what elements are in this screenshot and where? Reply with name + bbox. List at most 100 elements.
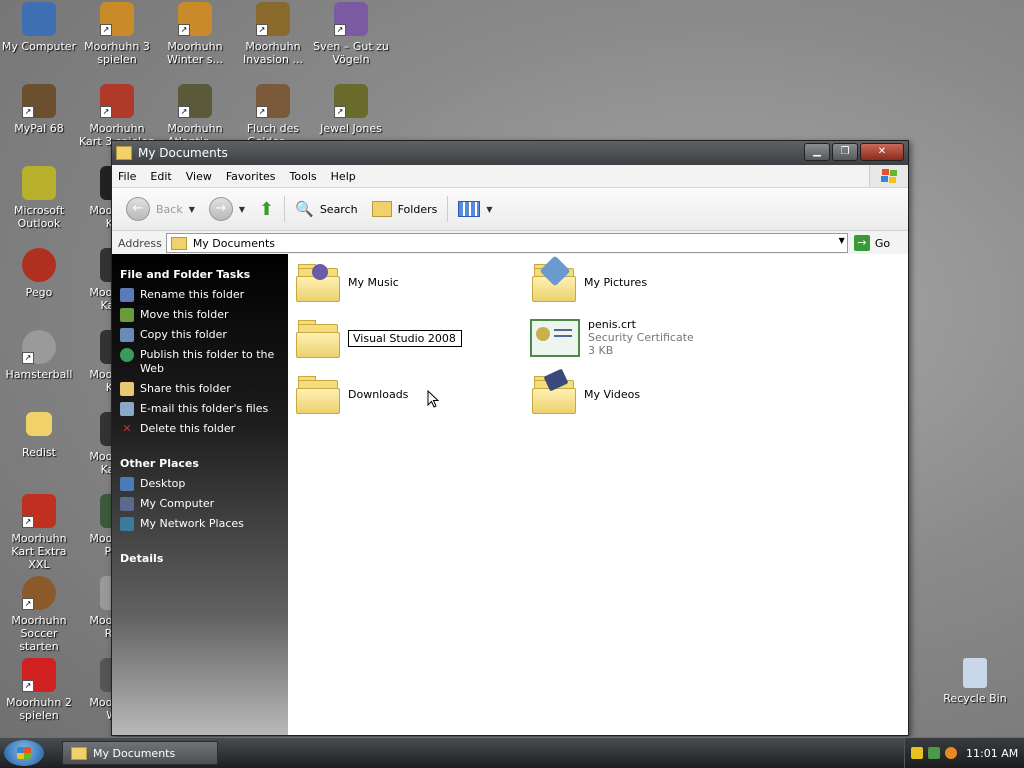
desktop-icon-moorhuhn-3[interactable]: ↗ Moorhuhn 3 spielen <box>78 2 156 66</box>
desktop-icon-outlook[interactable]: Microsoft Outlook <box>0 166 78 230</box>
minimize-button[interactable]: ▁ <box>804 143 830 161</box>
file-item-my-pictures[interactable]: My Pictures <box>532 255 647 302</box>
desktop-icon-recycle-bin[interactable]: Recycle Bin <box>936 658 1014 705</box>
desktop-icon-moorhuhn-kart-3[interactable]: ↗ Moorhuhn Kart 3 spielen <box>78 84 156 148</box>
address-value: My Documents <box>192 236 276 250</box>
chevron-down-icon[interactable]: ▼ <box>189 205 195 214</box>
network-icon[interactable] <box>928 747 940 759</box>
desktop-icon-fluch-des-goldes[interactable]: ↗ Fluch des Goldes ... <box>234 84 312 148</box>
window-title: My Documents <box>138 146 228 160</box>
taskbar-item-my-documents[interactable]: My Documents <box>62 741 218 765</box>
menu-file[interactable]: File <box>118 170 136 183</box>
desktop-icon-mypal[interactable]: ↗ MyPal 68 <box>0 84 78 135</box>
computer-icon <box>120 497 134 511</box>
task-label: Rename this folder <box>140 288 245 301</box>
desktop-icon-moorhuhn-atlantis[interactable]: ↗ Moorhuhn Atlantis ... <box>156 84 234 148</box>
go-button[interactable]: → Go <box>853 235 891 251</box>
desktop-icon-label: Microsoft Outlook <box>13 204 65 230</box>
task-move-folder[interactable]: Move this folder <box>112 305 288 325</box>
search-icon: 🔍 <box>295 200 314 218</box>
desktop-icon-moorhuhn-soccer[interactable]: ↗ Moorhuhn Soccer starten <box>0 576 78 653</box>
menu-edit[interactable]: Edit <box>150 170 171 183</box>
desktop-icon-jewel-jones[interactable]: ↗ Jewel Jones <box>312 84 390 135</box>
task-rename-folder[interactable]: Rename this folder <box>112 285 288 305</box>
title-bar[interactable]: My Documents ▁ ❐ ✕ <box>112 141 908 165</box>
windows-logo-icon <box>869 165 908 187</box>
chevron-down-icon[interactable]: ▼ <box>839 236 845 245</box>
search-label: Search <box>319 202 358 216</box>
desktop-icon-my-computer[interactable]: My Computer <box>0 2 78 53</box>
desktop-icon-moorhuhn-winter[interactable]: ↗ Moorhuhn Winter s... <box>156 2 234 66</box>
place-desktop[interactable]: Desktop <box>112 474 288 494</box>
menu-tools[interactable]: Tools <box>290 170 317 183</box>
back-label: Back <box>156 202 183 216</box>
task-delete-folder[interactable]: ✕ Delete this folder <box>112 419 288 439</box>
move-icon <box>120 308 134 322</box>
up-folder-button[interactable]: ⬆ <box>255 195 278 223</box>
maximize-button[interactable]: ❐ <box>832 143 858 161</box>
folder-icon <box>26 412 52 436</box>
desktop-icon-moorhuhn-2[interactable]: ↗ Moorhuhn 2 spielen <box>0 658 78 722</box>
system-tray: 11:01 AM <box>904 738 1024 768</box>
desktop-icon-hamsterball[interactable]: ↗ Hamsterball <box>0 330 78 381</box>
task-copy-folder[interactable]: Copy this folder <box>112 325 288 345</box>
rename-icon <box>120 288 134 302</box>
raccoon-icon: ↗ <box>22 84 56 118</box>
address-field[interactable]: My Documents ▼ <box>165 233 848 253</box>
forward-button[interactable]: → ▼ <box>205 195 249 223</box>
task-label: Copy this folder <box>140 328 227 341</box>
up-arrow-icon: ⬆ <box>259 198 275 220</box>
file-item-downloads[interactable]: Downloads <box>296 376 408 414</box>
go-arrow-icon: → <box>853 235 870 251</box>
task-publish-folder[interactable]: Publish this folder to the Web <box>112 345 288 379</box>
clock[interactable]: 11:01 AM <box>966 747 1018 760</box>
shortcut-arrow-icon: ↗ <box>256 106 268 118</box>
folder-icon <box>296 376 340 414</box>
toolbar-separator <box>447 196 449 222</box>
folder-icon <box>116 146 132 160</box>
back-button[interactable]: ← Back ▼ <box>122 195 199 223</box>
desktop-icon-moorhuhn-invasion[interactable]: ↗ Moorhuhn Invasion ... <box>234 2 312 66</box>
menu-favorites[interactable]: Favorites <box>226 170 276 183</box>
file-name: My Videos <box>584 387 641 401</box>
desktop-icon-label: Moorhuhn Invasion ... <box>243 40 303 66</box>
shortcut-arrow-icon: ↗ <box>256 24 268 36</box>
folders-button[interactable]: Folders <box>368 195 442 223</box>
chevron-down-icon[interactable]: ▼ <box>239 205 245 214</box>
search-icon[interactable] <box>945 747 957 759</box>
rename-input[interactable]: Visual Studio 2008 <box>348 329 462 347</box>
task-share-folder[interactable]: Share this folder <box>112 379 288 399</box>
menu-help[interactable]: Help <box>331 170 356 183</box>
go-label: Go <box>874 236 891 250</box>
menu-view[interactable]: View <box>186 170 212 183</box>
desktop-icon-label: Sven – Gut zu Vögeln <box>313 40 389 66</box>
file-item-my-music[interactable]: My Music <box>296 264 399 302</box>
shield-icon[interactable] <box>911 747 923 759</box>
file-folder-tasks-heading[interactable]: File and Folder Tasks <box>112 264 288 285</box>
desktop-icon-redist[interactable]: Redist <box>0 412 78 459</box>
desktop-icon-sven[interactable]: ↗ Sven – Gut zu Vögeln <box>312 2 390 66</box>
file-details: penis.crt Security Certificate 3 KB <box>588 318 694 357</box>
desktop-icon-label: Moorhuhn Kart Extra XXL <box>11 532 67 571</box>
task-pane: File and Folder Tasks Rename this folder… <box>112 254 288 735</box>
views-button[interactable]: ▼ <box>454 195 496 223</box>
shortcut-arrow-icon: ↗ <box>22 352 34 364</box>
file-item-certificate[interactable]: penis.crt Security Certificate 3 KB <box>530 318 694 357</box>
game-icon: ↗ <box>334 2 368 36</box>
game-icon: ↗ <box>334 84 368 118</box>
other-places-heading[interactable]: Other Places <box>112 453 288 474</box>
file-item-visual-studio-2008[interactable]: Visual Studio 2008 <box>296 320 462 358</box>
desktop-icon-kart-extra-xxl[interactable]: ↗ Moorhuhn Kart Extra XXL <box>0 494 78 571</box>
desktop-icon-pego[interactable]: Pego <box>0 248 78 299</box>
other-places: Other Places Desktop My Computer My Netw… <box>112 453 288 534</box>
shortcut-arrow-icon: ↗ <box>178 106 190 118</box>
details-heading[interactable]: Details <box>112 548 288 569</box>
place-network[interactable]: My Network Places <box>112 514 288 534</box>
place-my-computer[interactable]: My Computer <box>112 494 288 514</box>
start-button[interactable] <box>4 740 44 766</box>
file-item-my-videos[interactable]: My Videos <box>532 368 641 414</box>
close-button[interactable]: ✕ <box>860 143 904 161</box>
task-email-files[interactable]: E-mail this folder's files <box>112 399 288 419</box>
search-button[interactable]: 🔍 Search <box>291 195 361 223</box>
shortcut-arrow-icon: ↗ <box>100 106 112 118</box>
